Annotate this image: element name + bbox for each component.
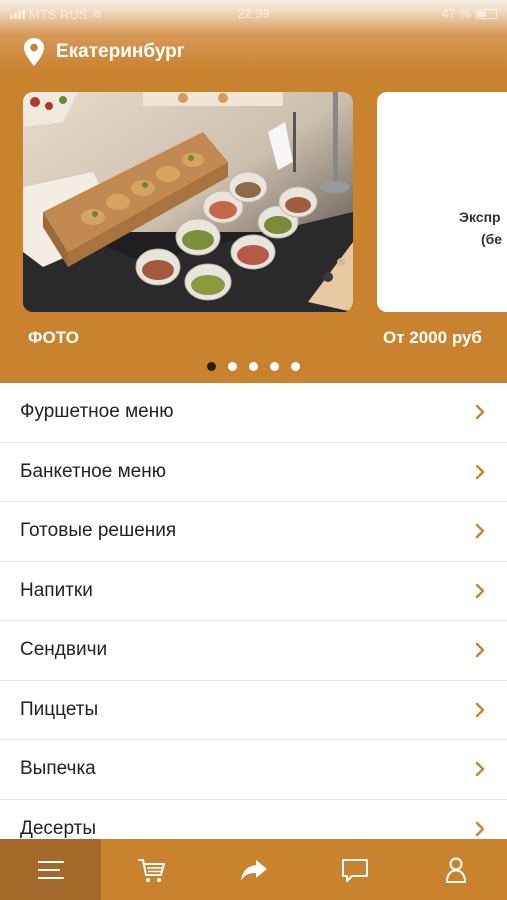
menu-item-label: Фуршетное меню [20,401,174,423]
header: MTS RUS ≋ 22:39 47 % Екатеринбург Экспр … [0,0,507,383]
menu-item-banquet[interactable]: Банкетное меню [0,443,507,502]
menu-item-buffet[interactable]: Фуршетное меню [0,383,507,443]
chevron-right-icon [475,821,485,836]
menu-item-drinks[interactable]: Напитки [0,562,507,621]
pagination-dot[interactable] [291,362,300,371]
slide-card-text-line-2: (бе [481,231,503,247]
slide-caption-photo: ФОТО [28,328,79,347]
tab-profile[interactable] [406,839,507,900]
slide-card-text-line-1: Экспр [459,209,501,225]
pagination-dot[interactable] [207,362,216,371]
share-icon [240,859,267,881]
menu-item-label: Готовые решения [20,520,177,542]
tab-cart[interactable] [101,839,202,900]
status-time: 22:39 [237,6,270,21]
chevron-right-icon [475,524,485,539]
menu-icon [37,860,64,879]
menu-item-label: Банкетное меню [20,460,166,482]
battery-icon [475,8,497,19]
battery-info: 47 % [441,6,497,21]
tab-share[interactable] [203,839,304,900]
pagination-dot[interactable] [228,362,237,371]
pagination-dot[interactable] [249,362,258,371]
menu-item-label: Выпечка [20,758,96,780]
chevron-right-icon [475,762,485,777]
carousel-slide-next[interactable]: Экспр (бе [377,92,507,312]
location-pin-icon [24,38,44,66]
menu-item-pastry[interactable]: Выпечка [0,740,507,800]
carousel-slide-photo[interactable] [23,92,353,312]
pagination-dot[interactable] [270,362,279,371]
menu-item-label: Напитки [20,579,93,601]
chevron-right-icon [475,583,485,598]
category-menu: Фуршетное меню Банкетное меню Готовые ре… [0,383,507,859]
bottom-tab-bar [0,839,507,900]
food-photo-image [23,92,353,312]
menu-item-ready-solutions[interactable]: Готовые решения [0,502,507,562]
tab-chat[interactable] [304,839,405,900]
chevron-right-icon [475,464,485,479]
profile-icon [446,857,467,883]
chevron-right-icon [475,643,485,658]
tab-menu[interactable] [0,839,102,900]
city-name: Екатеринбург [56,41,185,62]
menu-item-sandwiches[interactable]: Сендвичи [0,621,507,681]
menu-item-label: Сендвичи [20,639,108,661]
chevron-right-icon [475,702,485,717]
cart-icon [138,858,166,882]
menu-item-label: Пиццеты [20,698,99,720]
status-bar: MTS RUS ≋ 22:39 47 % [0,0,507,28]
slide-card-text: Экспр (бе [459,206,502,250]
menu-item-pizzettes[interactable]: Пиццеты [0,681,507,740]
battery-percent: 47 % [441,6,471,21]
carousel-pagination [207,362,300,371]
chat-icon [341,858,368,882]
location-selector[interactable]: Екатеринбург [24,38,185,66]
chevron-right-icon [475,405,485,420]
menu-item-label: Десерты [20,817,97,839]
slide-caption-price: От 2000 руб [383,328,482,347]
